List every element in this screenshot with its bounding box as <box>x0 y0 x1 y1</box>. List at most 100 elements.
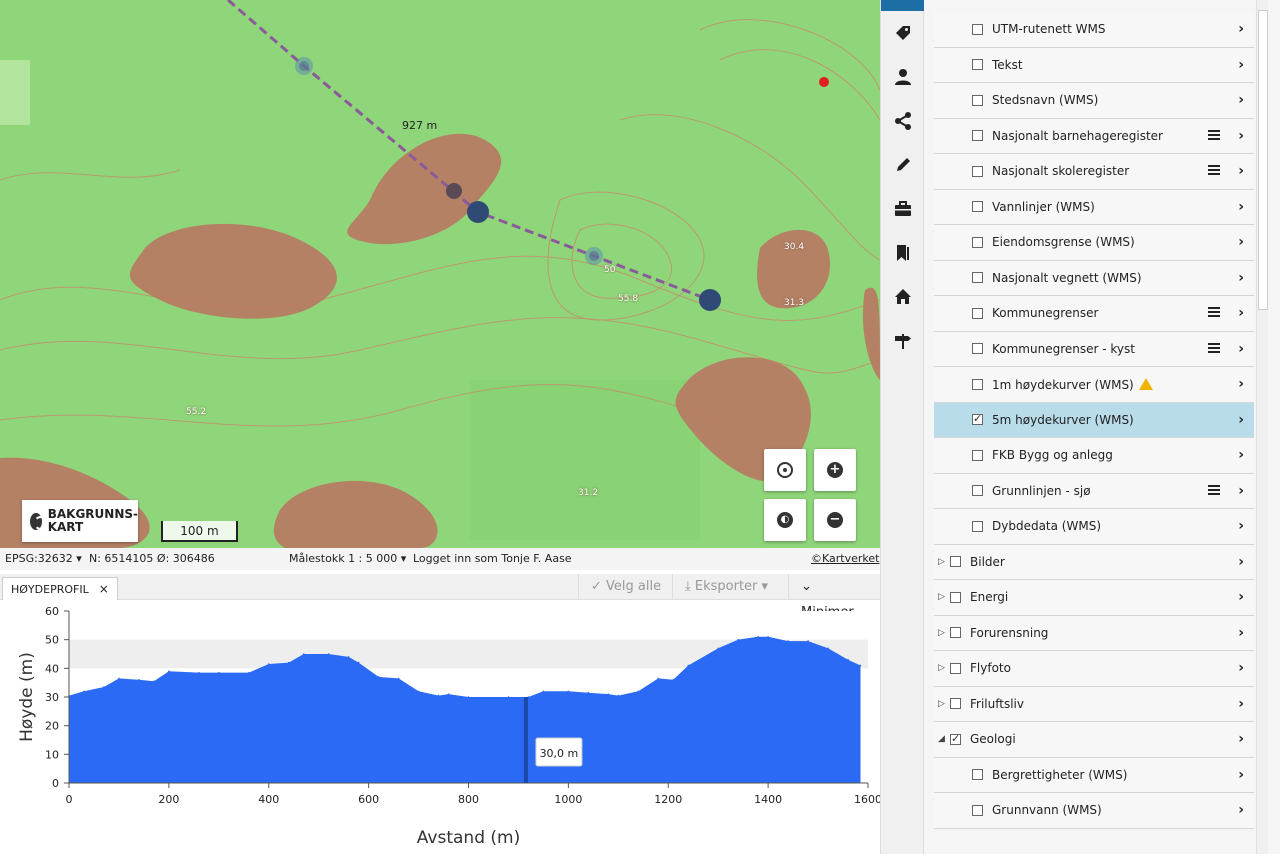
share-button[interactable] <box>881 99 924 143</box>
chevron-right-icon[interactable]: › <box>1238 199 1244 215</box>
tools-button[interactable] <box>881 187 924 231</box>
zoom-in-button[interactable]: + <box>814 449 856 491</box>
layer-item[interactable]: Bergrettigheter (WMS) › <box>934 757 1254 793</box>
expand-toggle-icon[interactable]: ▷ <box>938 663 946 673</box>
layer-item[interactable]: ▷ Friluftsliv › <box>934 686 1254 722</box>
layer-checkbox[interactable] <box>972 23 983 35</box>
layer-item[interactable]: Stedsnavn (WMS) › <box>934 83 1254 119</box>
layer-checkbox[interactable] <box>972 130 983 142</box>
chevron-right-icon[interactable]: › <box>1238 625 1244 641</box>
layer-checkbox[interactable] <box>950 556 961 568</box>
chevron-right-icon[interactable]: › <box>1238 554 1244 570</box>
layer-checkbox[interactable] <box>950 662 961 674</box>
layer-checkbox[interactable] <box>972 59 983 71</box>
scale-select[interactable]: Målestokk 1 : 5 000 ▾ <box>289 552 406 565</box>
chevron-right-icon[interactable]: › <box>1238 802 1244 818</box>
chevron-right-icon[interactable]: › <box>1238 341 1244 357</box>
layer-item[interactable]: Nasjonalt vegnett (WMS) › <box>934 260 1254 296</box>
layer-item[interactable]: ▷ Energi › <box>934 580 1254 616</box>
projection-select[interactable]: EPSG:32632 ▾ <box>5 552 82 565</box>
export-button[interactable]: ⤓ Eksporter ▾ <box>672 574 780 600</box>
expand-toggle-icon[interactable]: ▷ <box>938 699 946 709</box>
layer-menu-icon[interactable] <box>1208 484 1220 495</box>
layer-checkbox[interactable] <box>972 165 983 177</box>
layer-scrollbar[interactable] <box>1256 0 1268 854</box>
bookmarks-button[interactable] <box>881 231 924 275</box>
layer-item[interactable]: 5m høydekurver (WMS) › <box>934 402 1254 438</box>
chevron-right-icon[interactable]: › <box>1238 57 1244 73</box>
layer-item[interactable]: ▷ Bilder › <box>934 544 1254 580</box>
layer-checkbox[interactable] <box>950 732 961 745</box>
layer-item[interactable]: Grunnlinjen - sjø › <box>934 473 1254 509</box>
chevron-right-icon[interactable]: › <box>1238 305 1244 321</box>
layer-checkbox[interactable] <box>972 236 983 248</box>
chevron-right-icon[interactable]: › <box>1238 128 1244 144</box>
layer-checkbox[interactable] <box>972 769 983 781</box>
chevron-right-icon[interactable]: › <box>1238 21 1244 37</box>
layer-item[interactable]: Kommunegrenser - kyst › <box>934 331 1254 367</box>
chevron-right-icon[interactable]: › <box>1238 163 1244 179</box>
map-view[interactable]: 927 m 30.4 31.3 55.8 50 55.2 31.2 + ◐ − … <box>0 0 880 548</box>
layer-item[interactable]: ▷ Flyfoto › <box>934 651 1254 687</box>
chevron-right-icon[interactable]: › <box>1238 447 1244 463</box>
layer-item[interactable]: Kommunegrenser › <box>934 296 1254 332</box>
locate-button[interactable] <box>764 449 806 491</box>
expand-toggle-icon[interactable]: ▷ <box>938 628 946 638</box>
chevron-right-icon[interactable]: › <box>1238 270 1244 286</box>
layer-item[interactable]: Nasjonalt barnehageregister › <box>934 118 1254 154</box>
layer-checkbox[interactable] <box>950 591 961 603</box>
chevron-right-icon[interactable]: › <box>1238 412 1244 428</box>
zoom-out-button[interactable]: − <box>814 499 856 541</box>
select-all-button[interactable]: ✓ Velg alle <box>578 574 673 600</box>
tag-button[interactable] <box>881 11 924 55</box>
layer-item[interactable]: 1m høydekurver (WMS) › <box>934 367 1254 403</box>
globe-button[interactable]: ◐ <box>764 499 806 541</box>
layer-menu-icon[interactable] <box>1208 165 1220 175</box>
profile-button[interactable] <box>881 55 924 99</box>
layer-item[interactable]: ▷ Forurensning › <box>934 615 1254 651</box>
layer-item[interactable]: ◢ Geologi › <box>934 722 1254 758</box>
map-canvas[interactable] <box>0 0 880 548</box>
layer-checkbox[interactable] <box>972 94 983 106</box>
chevron-right-icon[interactable]: › <box>1238 767 1244 783</box>
elevation-profile-chart[interactable]: 0 10 20 30 40 50 60 0 200 400 600 800 1000 1200 1400 16… <box>0 600 882 854</box>
directions-button[interactable] <box>881 319 924 363</box>
layer-checkbox[interactable] <box>972 520 983 532</box>
chevron-right-icon[interactable]: › <box>1238 696 1244 712</box>
layer-checkbox[interactable] <box>972 804 983 816</box>
chevron-right-icon[interactable]: › <box>1238 589 1244 605</box>
layer-checkbox[interactable] <box>972 378 983 390</box>
chevron-right-icon[interactable]: › <box>1238 660 1244 676</box>
draw-button[interactable] <box>881 143 924 187</box>
layer-item[interactable]: Grunnvann (WMS) › <box>934 793 1254 829</box>
layer-checkbox[interactable] <box>950 627 961 639</box>
layer-item[interactable]: Nasjonalt skoleregister › <box>934 154 1254 190</box>
expand-toggle-icon[interactable]: ▷ <box>938 557 946 567</box>
layer-item[interactable]: Eiendomsgrense (WMS) › <box>934 225 1254 261</box>
layer-item[interactable]: Vannlinjer (WMS) › <box>934 189 1254 225</box>
basemap-button[interactable]: BAKGRUNNS- KART <box>22 500 138 542</box>
minimize-button[interactable]: ⌄ Minimer <box>788 574 880 620</box>
chevron-right-icon[interactable]: › <box>1238 483 1244 499</box>
layer-item[interactable]: Dybdedata (WMS) › <box>934 509 1254 545</box>
layer-item[interactable]: Tekst › <box>934 47 1254 83</box>
chevron-right-icon[interactable]: › <box>1238 92 1244 108</box>
layer-item[interactable]: FKB Bygg og anlegg › <box>934 438 1254 474</box>
attribution-link[interactable]: ©Kartverket <box>811 552 879 565</box>
layer-item[interactable]: UTM-rutenett WMS › <box>934 12 1254 48</box>
close-icon[interactable]: × <box>99 579 109 600</box>
expand-toggle-icon[interactable]: ◢ <box>938 734 946 744</box>
chevron-right-icon[interactable]: › <box>1238 731 1244 747</box>
layer-menu-icon[interactable] <box>1208 129 1220 140</box>
layer-menu-icon[interactable] <box>1208 342 1220 353</box>
tab-elevation-profile[interactable]: HØYDEPROFIL × <box>2 577 118 600</box>
layer-menu-icon[interactable] <box>1208 307 1220 317</box>
layer-checkbox[interactable] <box>972 343 983 355</box>
chevron-right-icon[interactable]: › <box>1238 376 1244 392</box>
chevron-right-icon[interactable]: › <box>1238 234 1244 250</box>
layer-checkbox[interactable] <box>972 485 983 497</box>
home-button[interactable] <box>881 275 924 319</box>
scrollbar-thumb[interactable] <box>1258 10 1268 310</box>
layer-checkbox[interactable] <box>972 449 983 461</box>
chevron-right-icon[interactable]: › <box>1238 518 1244 534</box>
